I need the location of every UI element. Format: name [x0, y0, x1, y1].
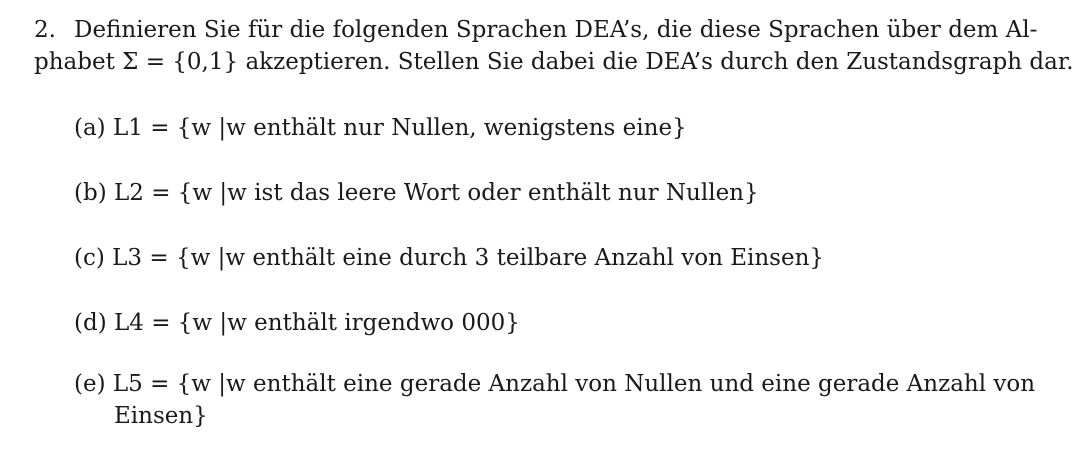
exercise-intro: 2. Definieren Sie für die folgenden Sprac… — [34, 14, 1074, 78]
item-label: (d) — [74, 310, 107, 336]
item-text: L4 = {w |w enthält irgendwo 000} — [113, 310, 520, 336]
list-item-d: (d) L4 = {w |w enthält irgendwo 000} — [74, 307, 520, 339]
list-item-e: (e) L5 = {w |w enthält eine gerade Anzah… — [74, 368, 1035, 432]
item-label: (a) — [74, 115, 106, 141]
item-label: (c) — [74, 245, 105, 271]
list-item-c: (c) L3 = {w |w enthält eine durch 3 teil… — [74, 242, 824, 274]
intro-line-1: Definieren Sie für die folgenden Sprache… — [74, 17, 1038, 43]
list-item-b: (b) L2 = {w |w ist das leere Wort oder e… — [74, 177, 759, 209]
item-label: (e) — [74, 371, 106, 397]
exercise-block: 2. Definieren Sie für die folgenden Sprac… — [0, 0, 1089, 450]
intro-line-2: phabet Σ = {0,1} akzeptieren. Stellen Si… — [34, 49, 1074, 75]
item-text: L3 = {w |w enthält eine durch 3 teilbare… — [112, 245, 825, 271]
item-text: L5 = {w |w enthält eine gerade Anzahl vo… — [112, 371, 1036, 397]
item-continuation: Einsen} — [114, 403, 208, 429]
item-label: (b) — [74, 180, 107, 206]
item-text: L1 = {w |w enthält nur Nullen, wenigsten… — [112, 115, 687, 141]
item-text: L2 = {w |w ist das leere Wort oder enthä… — [113, 180, 759, 206]
exercise-number: 2. — [34, 17, 56, 43]
list-item-a: (a) L1 = {w |w enthält nur Nullen, wenig… — [74, 112, 687, 144]
